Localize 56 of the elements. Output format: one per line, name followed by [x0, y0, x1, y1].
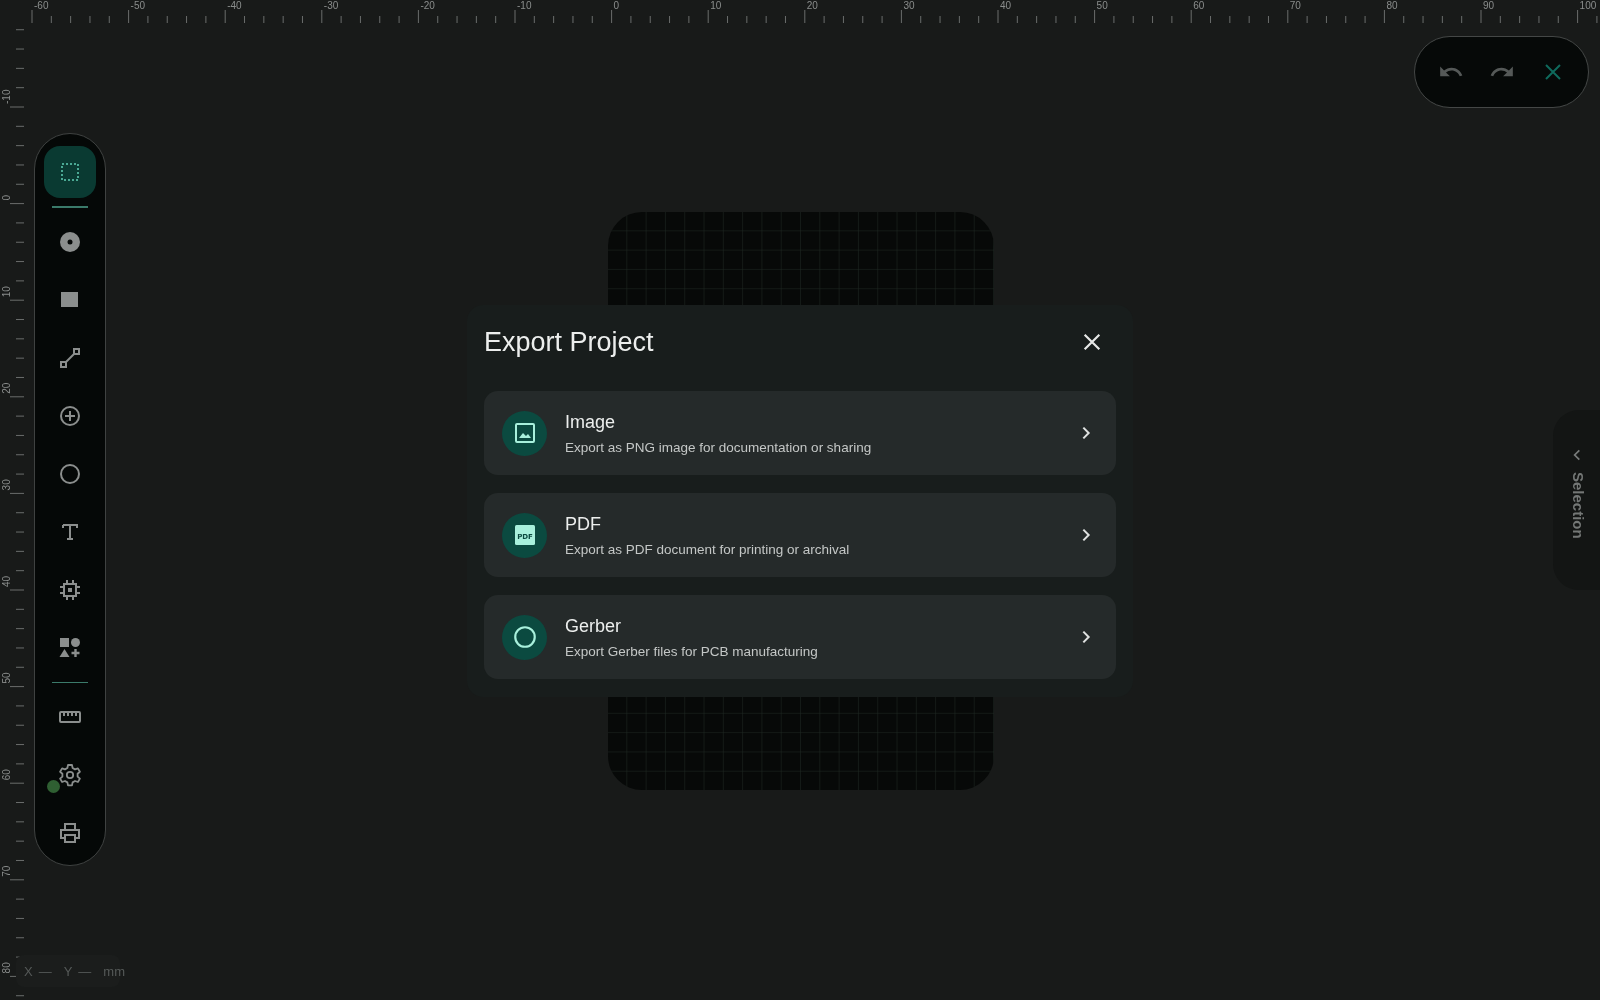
option-description: Export as PDF document for printing or archival — [565, 541, 851, 557]
settings-icon — [58, 763, 82, 787]
selection-label: Selection — [1570, 472, 1587, 539]
gerber-format-icon — [502, 614, 547, 660]
coordinate-value: — — [78, 963, 92, 979]
circle-icon — [58, 461, 82, 486]
ruler-label: 100 — [1579, 0, 1597, 11]
ruler-label: 40 — [1, 575, 12, 587]
coordinate-value: — — [38, 963, 52, 979]
axis-label: Y — [63, 963, 73, 979]
ruler-label: 70 — [1289, 0, 1301, 11]
option-title: Gerber — [565, 615, 623, 637]
add-circle-icon — [58, 403, 82, 428]
ruler-label: 20 — [1, 382, 12, 394]
ruler-label: 30 — [1, 479, 12, 491]
option-title: PDF — [565, 513, 602, 535]
ruler-label: 40 — [1000, 0, 1012, 11]
ruler-label: 10 — [710, 0, 722, 11]
image-format-icon — [502, 410, 547, 456]
ruler-label: 20 — [806, 0, 818, 11]
export-option[interactable]: Gerber Export Gerber files for PCB manufacturing — [484, 595, 1116, 679]
ruler-label: 60 — [1, 769, 12, 781]
ruler-label: -10 — [1, 89, 12, 104]
ruler-label: 0 — [613, 0, 620, 11]
line-icon — [58, 345, 82, 370]
ruler-label: -30 — [323, 0, 339, 11]
ruler-label: 90 — [1483, 0, 1495, 11]
ruler-label: -20 — [420, 0, 435, 11]
ruler-label: 30 — [903, 0, 915, 11]
unit-label: mm — [103, 963, 125, 979]
chip-icon — [58, 577, 82, 602]
ruler-label: 0 — [1, 195, 12, 201]
ruler-label: -40 — [227, 0, 242, 11]
ruler-label: -50 — [130, 0, 146, 11]
axis-label: X — [24, 963, 33, 979]
export-option[interactable]: Image Export as PNG image for documentation or sharing — [484, 391, 1116, 475]
printer-icon — [58, 821, 82, 845]
ruler-label: -10 — [517, 0, 532, 11]
ruler-label: 70 — [1, 865, 12, 877]
disc-icon — [58, 229, 82, 254]
ruler-label: 10 — [1, 286, 12, 298]
ruler-label: 80 — [1, 962, 12, 974]
selection-panel-tab[interactable]: Selection — [1553, 410, 1600, 590]
option-title: Image — [565, 411, 617, 433]
close-icon — [1081, 331, 1103, 353]
ruler-label: -60 — [34, 0, 49, 11]
select-tool[interactable] — [44, 146, 96, 198]
shapes-icon — [58, 635, 82, 660]
ruler-label: 50 — [1, 672, 12, 684]
option-description: Export Gerber files for PCB manufacturing — [565, 643, 819, 659]
ruler-label: 50 — [1096, 0, 1108, 11]
dialog-title: Export Project — [484, 326, 654, 358]
option-description: Export as PNG image for documentation or sharing — [565, 439, 873, 455]
select-icon — [58, 160, 82, 184]
ruler-label: 80 — [1386, 0, 1398, 11]
ruler-label: 60 — [1193, 0, 1205, 11]
